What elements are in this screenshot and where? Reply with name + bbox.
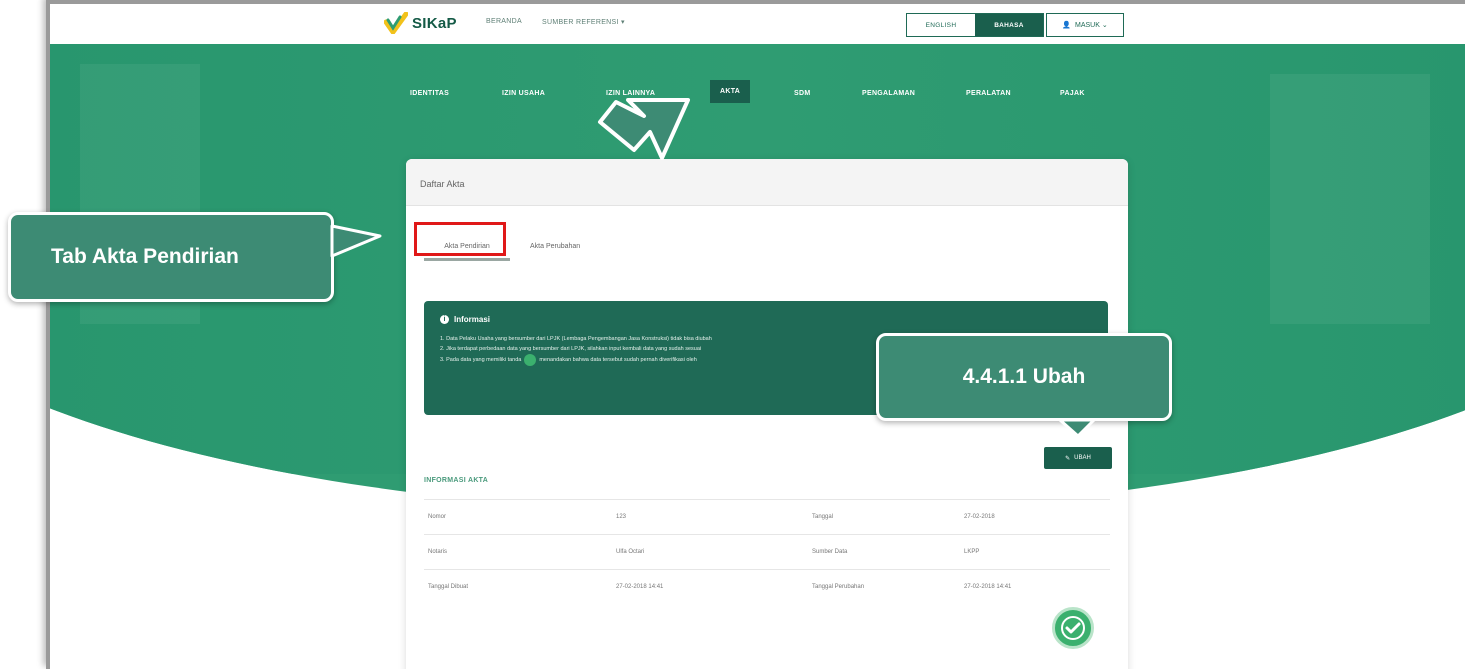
ubah-button[interactable]: ✎ UBAH <box>1044 447 1112 469</box>
cell-label: Tanggal Perubahan <box>812 584 865 590</box>
tab-pengalaman[interactable]: PENGALAMAN <box>862 90 915 97</box>
akta-info-table: Nomor 123 Tanggal 27-02-2018 Notaris Ulf… <box>424 499 1110 604</box>
cell-label: Tanggal Dibuat <box>428 584 469 590</box>
tab-pajak[interactable]: PAJAK <box>1060 90 1085 97</box>
language-switch: ENGLISH BAHASA <box>906 13 1044 37</box>
user-icon: 👤 <box>1062 22 1071 29</box>
nav-beranda[interactable]: BERANDA <box>486 18 522 25</box>
tab-peralatan[interactable]: PERALATAN <box>966 90 1011 97</box>
cell-label: Tanggal <box>812 514 834 520</box>
app-window: SIKaP BERANDA SUMBER REFERENSI ▾ ENGLISH… <box>46 0 1465 669</box>
table-row: Nomor 123 Tanggal 27-02-2018 <box>424 499 1110 534</box>
cell-label: Sumber Data <box>812 549 848 555</box>
lang-bahasa-button[interactable]: BAHASA <box>975 14 1043 36</box>
card-title: Daftar Akta <box>406 159 1128 206</box>
cell-value: 27-02-2018 <box>964 514 995 520</box>
verified-check-icon <box>524 354 537 366</box>
table-row: Tanggal Dibuat 27-02-2018 14:41 Tanggal … <box>424 569 1110 604</box>
cell-value: 27-02-2018 14:41 <box>964 584 1012 590</box>
tab-akta[interactable]: AKTA <box>710 80 751 103</box>
callout-tab-akta-pendirian: Tab Akta Pendirian <box>8 212 334 302</box>
tab-izin-usaha[interactable]: IZIN USAHA <box>502 90 545 97</box>
info-title: i Informasi <box>440 315 1092 324</box>
tab-izin-lainnya[interactable]: IZIN LAINNYA <box>606 90 655 97</box>
info-title-text: Informasi <box>454 315 491 324</box>
logo-text: SIKaP <box>412 14 457 32</box>
hero-building-right <box>1270 74 1430 324</box>
verified-badge-icon <box>1052 607 1094 649</box>
logo-mark-icon <box>383 11 409 37</box>
ubah-button-label: UBAH <box>1074 455 1091 461</box>
lang-english-button[interactable]: ENGLISH <box>907 14 975 36</box>
top-navbar: SIKaP BERANDA SUMBER REFERENSI ▾ ENGLISH… <box>50 4 1465 44</box>
cell-label: Nomor <box>428 514 447 520</box>
user-menu-button[interactable]: 👤 MASUK ⌄ <box>1046 13 1124 37</box>
callout-right-text: 4.4.1.1 Ubah <box>962 365 1086 388</box>
tab-akta-perubahan[interactable]: Akta Perubahan <box>530 243 580 261</box>
cell-value: 123 <box>616 514 627 520</box>
info-line-3-end: menandakan bahwa data tersebut sudah per… <box>539 357 697 363</box>
sikap-logo[interactable]: SIKaP <box>383 11 457 37</box>
user-menu-label: MASUK ⌄ <box>1075 22 1108 29</box>
callout-ubah: 4.4.1.1 Ubah <box>876 333 1172 421</box>
info-icon: i <box>440 315 449 324</box>
highlight-box-akta-pendirian <box>414 222 506 256</box>
cell-value: LKPP <box>964 549 980 555</box>
cell-value: Ulfa Octari <box>616 549 645 555</box>
tab-sdm[interactable]: SDM <box>794 90 810 97</box>
callout-left-text: Tab Akta Pendirian <box>51 245 239 268</box>
tab-identitas[interactable]: IDENTITAS <box>410 90 449 97</box>
info-line-3-start: 3. Pada data yang memiliki tanda <box>440 357 522 363</box>
cell-value: 27-02-2018 14:41 <box>616 584 664 590</box>
table-row: Notaris Ulfa Octari Sumber Data LKPP <box>424 534 1110 569</box>
edit-icon: ✎ <box>1065 455 1071 462</box>
nav-sumber-referensi[interactable]: SUMBER REFERENSI ▾ <box>542 18 625 26</box>
tutorial-screenshot: SIKaP BERANDA SUMBER REFERENSI ▾ ENGLISH… <box>0 0 1465 669</box>
section-title: INFORMASI AKTA <box>424 477 489 484</box>
cell-label: Notaris <box>428 549 448 555</box>
